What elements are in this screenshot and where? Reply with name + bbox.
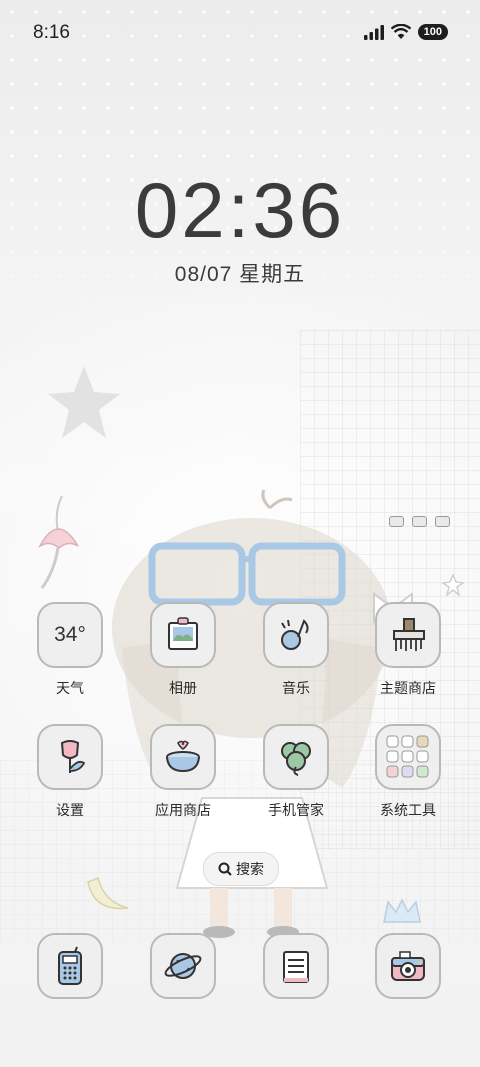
notes-icon[interactable] [263, 933, 329, 999]
weather-temperature: 34° [54, 623, 86, 646]
app-phone-manager[interactable]: 手机管家 [256, 724, 336, 820]
search-label: 搜索 [236, 861, 264, 877]
phone-icon[interactable] [37, 933, 103, 999]
gallery-icon[interactable] [150, 602, 216, 668]
wallpaper-small-star-icon [442, 574, 464, 596]
app-label: 应用商店 [155, 802, 211, 818]
bowl-icon [166, 740, 200, 773]
page-dot[interactable] [435, 516, 450, 527]
music-note-icon [281, 619, 309, 650]
app-label: 主题商店 [380, 680, 436, 696]
app-music[interactable]: 音乐 [256, 602, 336, 698]
wallpaper-star-icon [48, 366, 120, 438]
notepad-icon [283, 951, 309, 983]
settings-icon[interactable] [37, 724, 103, 790]
folder-system-tools[interactable]: 系统工具 [368, 724, 448, 820]
wallpaper-flower-icon [38, 495, 79, 589]
theme-store-icon[interactable] [375, 602, 441, 668]
app-label: 天气 [56, 680, 84, 696]
planet-icon [164, 953, 202, 979]
app-app-store[interactable]: 应用商店 [143, 724, 223, 820]
browser-icon[interactable] [150, 933, 216, 999]
page-dot[interactable] [389, 516, 404, 527]
weather-widget-icon[interactable]: 34° [37, 602, 103, 668]
app-store-icon[interactable] [150, 724, 216, 790]
status-bar: 8:16 100 [0, 0, 480, 68]
signal-icon [363, 24, 384, 40]
phone-manager-icon[interactable] [263, 724, 329, 790]
photo-frame-icon [168, 617, 198, 650]
music-icon[interactable] [263, 602, 329, 668]
search-button[interactable]: 搜索 [203, 852, 279, 886]
camera-icon[interactable] [375, 933, 441, 999]
page-indicator[interactable] [389, 516, 450, 527]
page-dot[interactable] [412, 516, 427, 527]
app-label: 手机管家 [268, 802, 324, 818]
tulip-icon [60, 740, 86, 773]
paint-brush-icon [393, 618, 425, 651]
app-label: 音乐 [282, 680, 310, 696]
retro-phone-icon [58, 946, 82, 985]
dock-browser[interactable] [143, 933, 223, 999]
folder-icon[interactable] [375, 724, 441, 790]
status-time: 8:16 [33, 22, 70, 43]
dock-camera[interactable] [368, 933, 448, 999]
app-label: 系统工具 [380, 802, 436, 818]
app-weather[interactable]: 34° 天气 [30, 602, 110, 698]
clover-icon [281, 742, 311, 776]
wifi-icon [390, 24, 411, 39]
app-label: 相册 [169, 680, 197, 696]
app-theme-store[interactable]: 主题商店 [368, 602, 448, 698]
dock-notes[interactable] [256, 933, 336, 999]
app-label: 设置 [56, 802, 84, 818]
search-icon [218, 862, 232, 876]
dock-phone[interactable] [30, 933, 110, 999]
clock-widget-date: 08/07 星期五 [174, 263, 306, 286]
app-gallery[interactable]: 相册 [143, 602, 223, 698]
wallpaper-crown-icon [383, 898, 421, 923]
folder-apps-preview-icon [386, 735, 429, 778]
wallpaper-banana-icon [87, 876, 129, 910]
app-settings[interactable]: 设置 [30, 724, 110, 820]
retro-camera-icon [391, 951, 425, 981]
battery-indicator: 100 [417, 24, 448, 40]
clock-widget-time[interactable]: 02:36 [0, 165, 480, 256]
